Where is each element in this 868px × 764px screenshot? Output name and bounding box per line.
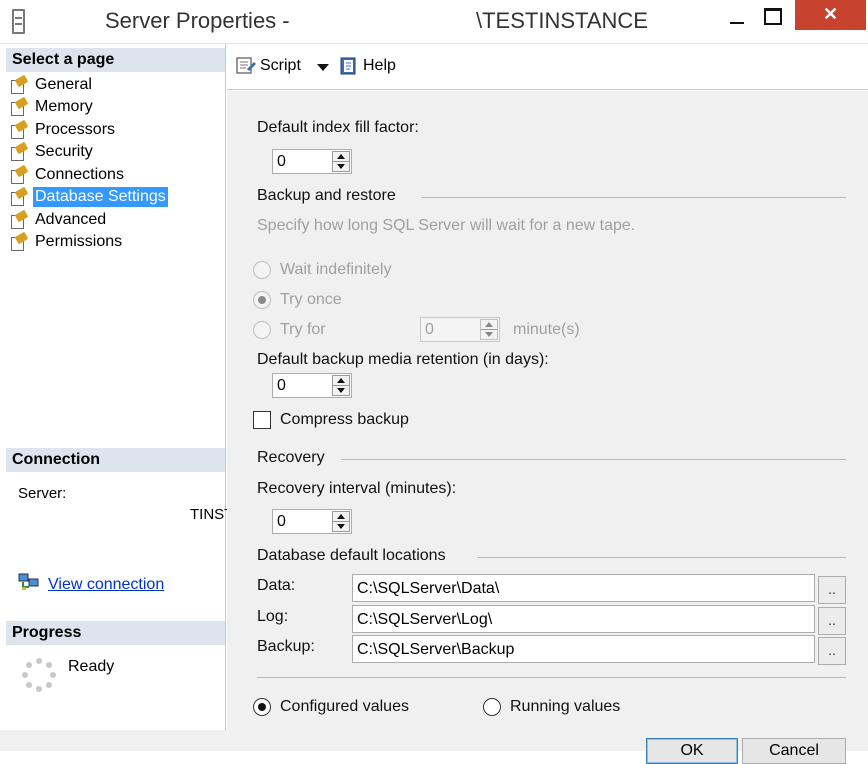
page-item-general[interactable]: General	[10, 74, 190, 96]
minutes-unit-label: minute(s)	[513, 321, 580, 338]
page-item-permissions[interactable]: Permissions	[10, 231, 190, 253]
try-for-radio[interactable]	[253, 321, 271, 339]
progress-status: Ready	[68, 658, 115, 675]
configured-values-label: Configured values	[280, 698, 409, 715]
backup-description: Specify how long SQL Server will wait fo…	[257, 217, 636, 234]
page-item-connections[interactable]: Connections	[10, 164, 190, 186]
page-wrench-icon	[10, 167, 28, 184]
page-wrench-icon	[10, 234, 28, 251]
recovery-interval-value[interactable]: 0	[277, 513, 286, 531]
locations-heading: Database default locations	[257, 547, 446, 564]
page-item-label: Memory	[35, 98, 93, 115]
fill-factor-label: Default index fill factor:	[257, 119, 419, 136]
log-browse-button[interactable]: ..	[818, 607, 846, 635]
page-item-processors[interactable]: Processors	[10, 119, 190, 141]
recovery-heading: Recovery	[257, 449, 325, 466]
database-settings-panel: Default index fill factor: 0 Backup and …	[227, 91, 868, 730]
try-once-label: Try once	[280, 291, 342, 308]
page-item-label: Permissions	[35, 233, 123, 250]
spinner-arrows-icon[interactable]	[480, 319, 498, 340]
script-icon	[236, 57, 256, 74]
retention-spinner[interactable]: 0	[272, 373, 352, 398]
page-wrench-icon	[10, 189, 28, 206]
minimize-button[interactable]	[724, 6, 752, 32]
log-path-label: Log:	[257, 608, 289, 625]
compress-backup-label: Compress backup	[280, 411, 409, 428]
view-connection-link[interactable]: View connection	[48, 576, 164, 594]
section-divider	[477, 557, 846, 558]
page-item-memory[interactable]: Memory	[10, 96, 190, 118]
toolbar: Script Help	[227, 44, 868, 90]
section-divider	[257, 677, 846, 678]
help-button[interactable]: Help	[339, 56, 396, 76]
compress-backup-checkbox[interactable]	[253, 411, 271, 429]
backup-browse-button[interactable]: ..	[818, 637, 846, 665]
wait-indefinitely-label: Wait indefinitely	[280, 261, 392, 278]
page-item-label: Database Settings	[33, 187, 168, 207]
title-redacted-area	[310, 6, 475, 38]
running-values-label: Running values	[510, 698, 621, 715]
recovery-interval-label: Recovery interval (minutes):	[257, 480, 457, 497]
try-for-minutes-spinner[interactable]: 0	[420, 317, 500, 342]
help-label: Help	[363, 57, 396, 74]
recovery-interval-spinner[interactable]: 0	[272, 509, 352, 534]
section-divider	[341, 459, 846, 460]
retention-label: Default backup media retention (in days)…	[257, 351, 549, 368]
try-for-label: Try for	[280, 321, 326, 338]
close-button[interactable]: ✕	[795, 0, 866, 30]
running-values-radio[interactable]	[483, 698, 501, 716]
page-wrench-icon	[10, 122, 28, 139]
title-bar: Server Properties - \TESTINSTANCE ✕	[0, 0, 868, 44]
page-item-database-settings[interactable]: Database Settings	[10, 186, 190, 208]
backup-path-field[interactable]: C:\SQLServer\Backup	[352, 635, 815, 663]
page-wrench-icon	[10, 99, 28, 116]
ok-button[interactable]: OK	[646, 738, 738, 764]
configured-values-radio[interactable]	[253, 698, 271, 716]
fill-factor-spinner[interactable]: 0	[272, 149, 352, 174]
script-label: Script	[260, 57, 301, 74]
page-item-label: Advanced	[35, 211, 107, 228]
cancel-button[interactable]: Cancel	[742, 738, 846, 764]
data-path-label: Data:	[257, 577, 296, 594]
server-label: Server:	[18, 485, 67, 502]
spinner-arrows-icon[interactable]	[332, 151, 350, 172]
server-app-icon	[12, 9, 25, 34]
page-wrench-icon	[10, 77, 28, 94]
backup-path-label: Backup:	[257, 638, 315, 655]
section-divider	[421, 197, 846, 198]
spinner-arrows-icon[interactable]	[332, 375, 350, 396]
progress-header: Progress	[6, 621, 225, 645]
connection-header: Connection	[6, 448, 225, 472]
view-connection-icon	[18, 573, 39, 590]
page-item-label: General	[35, 76, 92, 93]
backup-restore-heading: Backup and restore	[257, 187, 396, 204]
left-pane: Select a page General Memory Processors …	[6, 44, 244, 730]
page-item-label: Processors	[35, 121, 116, 138]
try-for-value[interactable]: 0	[425, 321, 434, 339]
try-once-radio[interactable]	[253, 291, 271, 309]
fill-factor-value[interactable]: 0	[277, 153, 286, 171]
help-book-icon	[340, 57, 356, 75]
page-item-advanced[interactable]: Advanced	[10, 209, 190, 231]
data-browse-button[interactable]: ..	[818, 576, 846, 604]
wait-indefinitely-radio[interactable]	[253, 261, 271, 279]
script-button[interactable]: Script	[235, 56, 301, 76]
retention-value[interactable]: 0	[277, 377, 286, 395]
page-wrench-icon	[10, 212, 28, 229]
spinner-arrows-icon[interactable]	[332, 511, 350, 532]
script-dropdown-arrow-icon[interactable]	[317, 64, 329, 71]
page-wrench-icon	[10, 144, 28, 161]
select-page-header: Select a page	[6, 48, 225, 72]
log-path-field[interactable]: C:\SQLServer\Log\	[352, 605, 815, 633]
window-title-instance: \TESTINSTANCE	[476, 8, 648, 33]
window-title: Server Properties -	[105, 8, 290, 33]
page-item-label: Connections	[35, 166, 124, 183]
page-item-security[interactable]: Security	[10, 141, 190, 163]
page-item-label: Security	[35, 143, 93, 160]
data-path-field[interactable]: C:\SQLServer\Data\	[352, 574, 815, 602]
progress-spinner-icon	[22, 658, 56, 692]
maximize-button[interactable]	[756, 4, 788, 32]
